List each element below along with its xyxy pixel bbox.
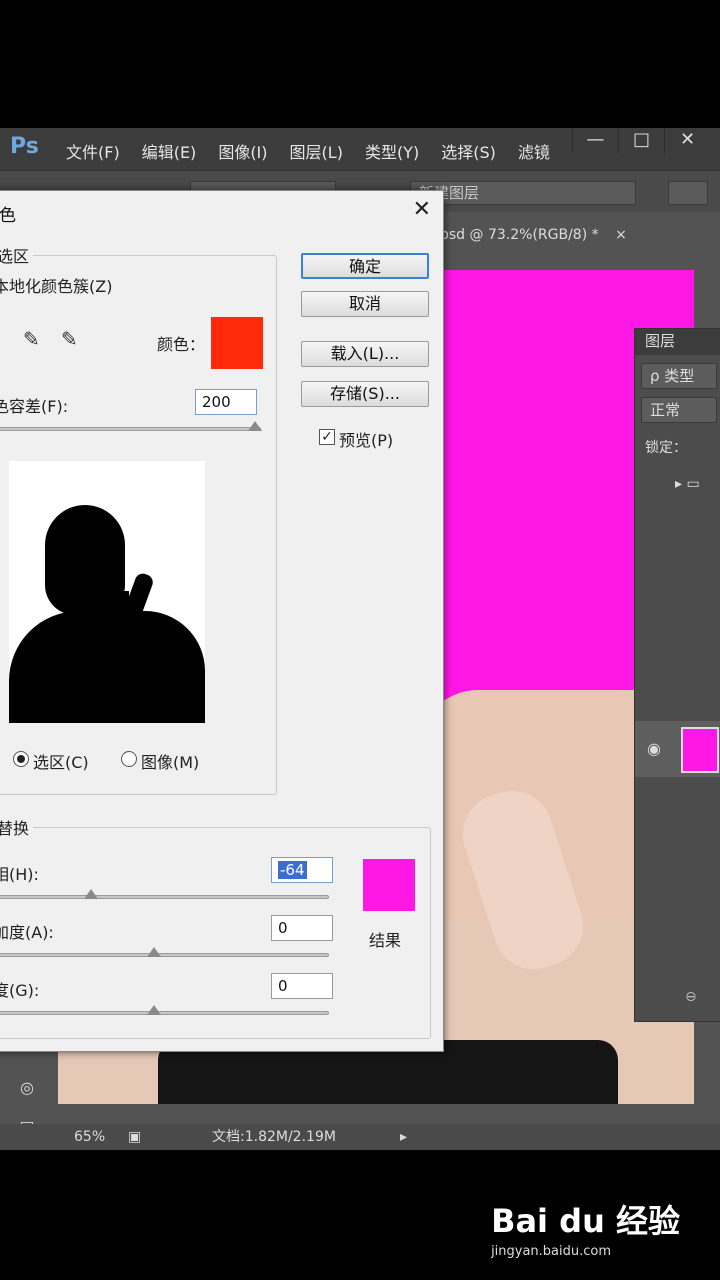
fuzziness-slider[interactable] bbox=[0, 427, 261, 431]
lightness-label: 度(G): bbox=[0, 981, 40, 1000]
maximize-button[interactable]: □ bbox=[618, 128, 664, 154]
menu-edit[interactable]: 编辑(E) bbox=[142, 139, 197, 163]
link-layers-icon[interactable]: ⊖ bbox=[685, 989, 697, 1005]
hue-input-value: -64 bbox=[278, 861, 307, 879]
document-tab-title: psd @ 73.2%(RGB/8) * bbox=[440, 227, 599, 243]
status-arrow-icon[interactable]: ▸ bbox=[400, 1124, 407, 1150]
eyedropper-plus-icon[interactable]: ✎ bbox=[23, 327, 40, 351]
layer-group-row[interactable]: ▸ ▭ bbox=[635, 467, 720, 503]
zoom-level[interactable]: 65% bbox=[74, 1124, 105, 1150]
menu-image[interactable]: 图像(I) bbox=[218, 139, 267, 163]
layer-row[interactable]: ◉ bbox=[635, 721, 720, 777]
fuzziness-input[interactable]: 200 bbox=[195, 389, 257, 415]
status-bar: 65% ▣ 文档:1.82M/2.19M ▸ bbox=[0, 1124, 720, 1150]
blend-mode-select[interactable]: 正常 bbox=[641, 397, 717, 423]
baidu-watermark: Bai du 经验 jingyan.baidu.com bbox=[491, 1196, 680, 1259]
baidu-logo: Bai du 经验 bbox=[491, 1202, 680, 1240]
folder-expand-icon[interactable]: ▸ ▭ bbox=[675, 476, 700, 492]
selection-radio-label: 选区(C) bbox=[33, 753, 89, 772]
layer-filter-search[interactable]: ρ 类型 bbox=[641, 363, 717, 389]
replacement-group-label: 替换 bbox=[0, 815, 34, 839]
close-tab-icon[interactable]: × bbox=[615, 227, 627, 243]
selection-radio[interactable] bbox=[13, 751, 29, 767]
layer-thumbnail bbox=[681, 727, 719, 773]
baidu-url: jingyan.baidu.com bbox=[491, 1244, 612, 1259]
photoshop-window: Ps 文件(F) 编辑(E) 图像(I) 图层(L) 类型(Y) 选择(S) 滤… bbox=[0, 128, 720, 1150]
load-button[interactable]: 载入(L)... bbox=[301, 341, 429, 367]
color-swatch[interactable] bbox=[211, 317, 263, 369]
fuzziness-label: 色容差(F): bbox=[0, 397, 69, 416]
hue-slider-thumb[interactable] bbox=[84, 889, 98, 899]
localized-clusters-label[interactable]: 本地化颜色簇(Z) bbox=[0, 273, 112, 297]
image-radio-label: 图像(M) bbox=[141, 753, 200, 772]
menu-items: 文件(F) 编辑(E) 图像(I) 图层(L) 类型(Y) 选择(S) 滤镜 bbox=[66, 139, 572, 163]
saturation-slider[interactable] bbox=[0, 953, 329, 957]
lightness-slider[interactable] bbox=[0, 1011, 329, 1015]
ok-button[interactable]: 确定 bbox=[301, 253, 429, 279]
eyedropper-minus-icon[interactable]: ✎ bbox=[61, 327, 78, 351]
close-icon[interactable]: ✕ bbox=[413, 197, 431, 222]
replace-color-dialog: 色 ✕ 选区 本地化颜色簇(Z) ✎ ✎ 颜色： 色容差(F): 200 选区(… bbox=[0, 190, 444, 1052]
save-button[interactable]: 存储(S)... bbox=[301, 381, 429, 407]
status-icon: ▣ bbox=[128, 1129, 142, 1145]
lock-label: 锁定： bbox=[645, 440, 687, 456]
option-checkbox[interactable] bbox=[668, 181, 708, 205]
result-label: 结果 bbox=[369, 931, 402, 950]
lightness-input[interactable]: 0 bbox=[271, 973, 333, 999]
fuzziness-slider-thumb[interactable] bbox=[248, 421, 262, 431]
result-swatch[interactable] bbox=[363, 859, 415, 911]
preview-checkbox[interactable]: ✓ bbox=[319, 429, 335, 445]
preview-label: 预览(P) bbox=[339, 431, 394, 450]
selection-preview bbox=[9, 461, 205, 723]
image-radio[interactable] bbox=[121, 751, 137, 767]
photoshop-logo: Ps bbox=[10, 134, 39, 159]
menu-select[interactable]: 选择(S) bbox=[441, 139, 496, 163]
color-label: 颜色： bbox=[157, 335, 206, 354]
selection-group-label: 选区 bbox=[0, 243, 34, 267]
menu-type[interactable]: 类型(Y) bbox=[365, 139, 419, 163]
menu-filter[interactable]: 滤镜 bbox=[518, 139, 550, 163]
saturation-input[interactable]: 0 bbox=[271, 915, 333, 941]
close-window-button[interactable]: ✕ bbox=[664, 128, 710, 154]
cancel-button[interactable]: 取消 bbox=[301, 291, 429, 317]
menu-bar: Ps 文件(F) 编辑(E) 图像(I) 图层(L) 类型(Y) 选择(S) 滤… bbox=[0, 128, 720, 170]
hue-slider[interactable] bbox=[0, 895, 329, 899]
window-controls: — □ ✕ bbox=[572, 128, 710, 154]
minimize-button[interactable]: — bbox=[572, 128, 618, 154]
silhouette-body bbox=[9, 611, 205, 723]
menu-layer[interactable]: 图层(L) bbox=[290, 139, 343, 163]
visibility-eye-icon[interactable]: ◉ bbox=[647, 739, 661, 758]
dialog-title: 色 bbox=[0, 206, 16, 226]
lightness-slider-thumb[interactable] bbox=[147, 1005, 161, 1015]
hue-label: 相(H): bbox=[0, 865, 39, 884]
menu-file[interactable]: 文件(F) bbox=[66, 139, 120, 163]
document-info: 文档:1.82M/2.19M bbox=[212, 1129, 336, 1145]
saturation-label: 加度(A): bbox=[0, 923, 54, 942]
layers-panel: 图层 ρ 类型 正常 锁定： ▸ ▭ ◉ ⊖ bbox=[634, 328, 720, 1022]
quick-mask-icon[interactable]: ◎ bbox=[12, 1078, 42, 1106]
document-tab[interactable]: psd @ 73.2%(RGB/8) * × bbox=[440, 224, 670, 248]
saturation-slider-thumb[interactable] bbox=[147, 947, 161, 957]
hue-input[interactable]: -64 bbox=[271, 857, 333, 883]
layers-tab[interactable]: 图层 bbox=[635, 329, 720, 355]
